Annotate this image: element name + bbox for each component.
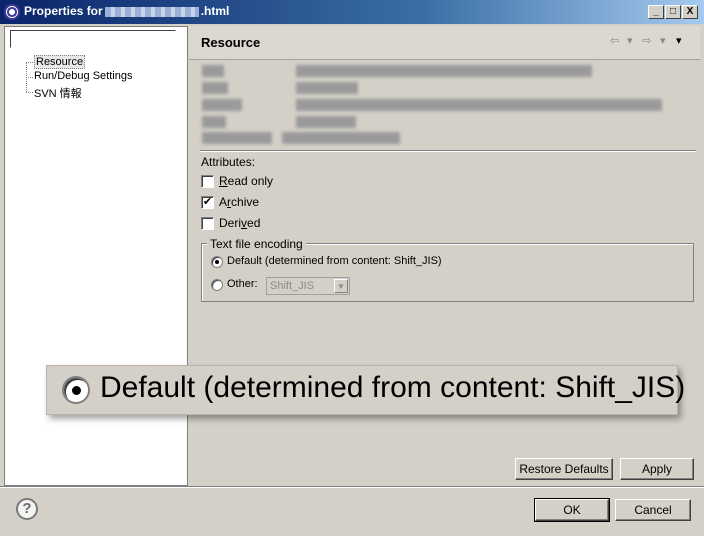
read-only-label: Read only <box>219 174 274 188</box>
tree-item-resource[interactable]: Resource <box>34 55 86 69</box>
callout-radio-icon <box>62 376 90 404</box>
encoding-legend: Text file encoding <box>207 237 306 251</box>
derived-label: Derived <box>219 216 261 230</box>
read-only-label-rest: ead only <box>227 174 274 188</box>
maximize-button[interactable]: □ <box>665 5 681 19</box>
help-icon[interactable]: ? <box>16 498 38 520</box>
apply-button[interactable]: Apply <box>620 458 694 480</box>
tree-connector <box>26 77 33 78</box>
encoding-select-value: Shift_JIS <box>270 280 315 292</box>
tree-panel <box>4 26 188 486</box>
redacted-row <box>202 82 368 96</box>
filter-input[interactable] <box>10 30 176 48</box>
other-encoding-radio[interactable] <box>211 279 223 291</box>
attributes-label: Attributes: <box>201 155 256 169</box>
tree-item-svn[interactable]: SVN 情報 <box>34 85 82 101</box>
minimize-button[interactable]: _ <box>648 5 664 19</box>
read-only-checkbox[interactable] <box>201 175 214 188</box>
bottom-separator <box>0 486 704 488</box>
default-encoding-label: Default (determined from content: Shift_… <box>227 255 442 267</box>
page-header <box>189 26 700 60</box>
tree-item-run-debug[interactable]: Run/Debug Settings <box>34 70 132 82</box>
forward-dropdown-icon[interactable]: ▾ <box>660 34 666 47</box>
cancel-button[interactable]: Cancel <box>615 499 691 521</box>
view-menu-icon[interactable]: ▾ <box>676 34 682 47</box>
derived-checkbox[interactable] <box>201 217 214 230</box>
close-button[interactable]: X <box>682 5 698 19</box>
separator <box>200 150 696 152</box>
archive-label-rest: chive <box>231 195 260 209</box>
back-arrow-icon[interactable]: ⇦ <box>610 34 619 47</box>
derived-label-rest: ed <box>247 216 261 230</box>
title-prefix: Properties for <box>24 4 103 18</box>
default-encoding-radio[interactable] <box>211 256 223 268</box>
tree-connector <box>26 92 33 93</box>
back-dropdown-icon[interactable]: ▾ <box>627 34 633 47</box>
chevron-down-icon[interactable]: ▼ <box>334 279 348 293</box>
redacted-filename <box>104 6 199 17</box>
redacted-row <box>202 65 602 79</box>
app-icon <box>4 4 20 20</box>
forward-arrow-icon[interactable]: ⇨ <box>642 34 651 47</box>
callout-text: Default (determined from content: Shift_… <box>100 371 686 404</box>
tree-connector <box>26 62 33 63</box>
title-suffix: .html <box>200 4 230 18</box>
other-encoding-label: Other: <box>227 278 258 290</box>
redacted-row <box>202 132 410 146</box>
redacted-row <box>202 99 672 113</box>
archive-checkbox[interactable]: ✔ <box>201 196 214 209</box>
title-bar: Properties for .html <box>0 0 704 24</box>
restore-defaults-button[interactable]: Restore Defaults <box>515 458 613 480</box>
archive-label: Archive <box>219 195 260 209</box>
encoding-select[interactable]: Shift_JIS ▼ <box>266 277 350 295</box>
page-title: Resource <box>201 35 261 50</box>
ok-button[interactable]: OK <box>534 498 610 522</box>
window-title: Properties for .html <box>24 4 229 18</box>
redacted-row <box>202 116 366 130</box>
